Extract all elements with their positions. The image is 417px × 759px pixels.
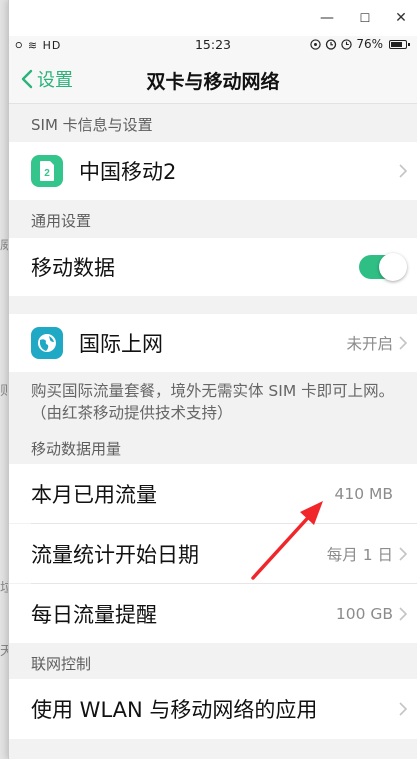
maximize-icon: ☐	[359, 11, 371, 25]
sim-card-row[interactable]: 2 中国移动2	[9, 142, 417, 200]
battery-level	[391, 41, 402, 47]
page-title: 双卡与移动网络	[146, 71, 280, 93]
minimize-icon: —	[320, 10, 334, 26]
close-button[interactable]: ✕	[389, 7, 413, 29]
status-right: 76%	[310, 37, 410, 51]
network-apps-label: 使用 WLAN 与移动网络的应用	[31, 698, 318, 722]
usage-row-label: 每日流量提醒	[31, 602, 157, 627]
international-roaming-note: 购买国际流量套餐，境外无需实体 SIM 卡即可上网。（由红茶移动提供技术支持）	[31, 382, 395, 422]
chevron-right-icon	[399, 336, 407, 350]
chevron-right-icon	[399, 164, 407, 178]
mobile-data-toggle[interactable]	[359, 253, 407, 281]
location-icon	[310, 38, 322, 50]
usage-row-label: 流量统计开始日期	[31, 542, 199, 567]
chevron-right-icon	[399, 606, 407, 621]
usage-row-start-date[interactable]: 流量统计开始日期 每月 1 日	[9, 524, 417, 583]
chevron-right-icon	[399, 546, 407, 561]
status-bar: ᳃ ≋ HD 15:23 76%	[9, 36, 417, 54]
alarm-icon	[326, 39, 337, 50]
window-titlebar: — ☐ ✕	[9, 0, 417, 36]
toggle-knob	[379, 253, 407, 281]
international-roaming-status: 未开启	[346, 335, 393, 353]
section-header-general: 通用设置	[31, 212, 92, 230]
settings-content: SIM 卡信息与设置 2 中国移动2 通用设置 移动数据 国际上网 未开启 购买…	[9, 104, 417, 759]
minimize-button[interactable]: —	[315, 7, 339, 29]
sim-card-name: 中国移动2	[79, 160, 177, 184]
navigation-bar: 设置 双卡与移动网络	[9, 54, 417, 104]
usage-row-daily-reminder[interactable]: 每日流量提醒 100 GB	[9, 584, 417, 643]
network-apps-row[interactable]: 使用 WLAN 与移动网络的应用	[9, 679, 417, 739]
usage-row-value: 410 MB	[334, 484, 393, 503]
international-roaming-row[interactable]: 国际上网 未开启	[9, 314, 417, 372]
emulator-window: — ☐ ✕ ᳃ ≋ HD 15:23 76% 设置 双卡与移动网络 SIM 卡信…	[8, 0, 417, 759]
battery-percent: 76%	[356, 37, 383, 51]
section-header-sim: SIM 卡信息与设置	[31, 116, 153, 134]
clock-icon	[341, 38, 353, 50]
chevron-right-icon	[399, 702, 407, 716]
battery-icon	[389, 39, 410, 49]
maximize-button[interactable]: ☐	[353, 7, 377, 29]
sim-card-icon: 2	[31, 155, 63, 187]
mobile-data-label: 移动数据	[31, 256, 115, 280]
sim-badge-number: 2	[44, 168, 50, 179]
usage-row-value: 每月 1 日	[326, 545, 393, 564]
usage-row-label: 本月已用流量	[31, 482, 157, 507]
close-icon: ✕	[395, 10, 407, 26]
international-roaming-label: 国际上网	[79, 332, 163, 356]
usage-row-monthly: 本月已用流量 410 MB	[9, 464, 417, 523]
mobile-data-row: 移动数据	[9, 238, 417, 296]
globe-icon	[31, 327, 63, 359]
usage-row-value: 100 GB	[335, 604, 393, 623]
section-header-usage: 移动数据用量	[31, 440, 122, 458]
section-header-network: 联网控制	[31, 655, 92, 673]
